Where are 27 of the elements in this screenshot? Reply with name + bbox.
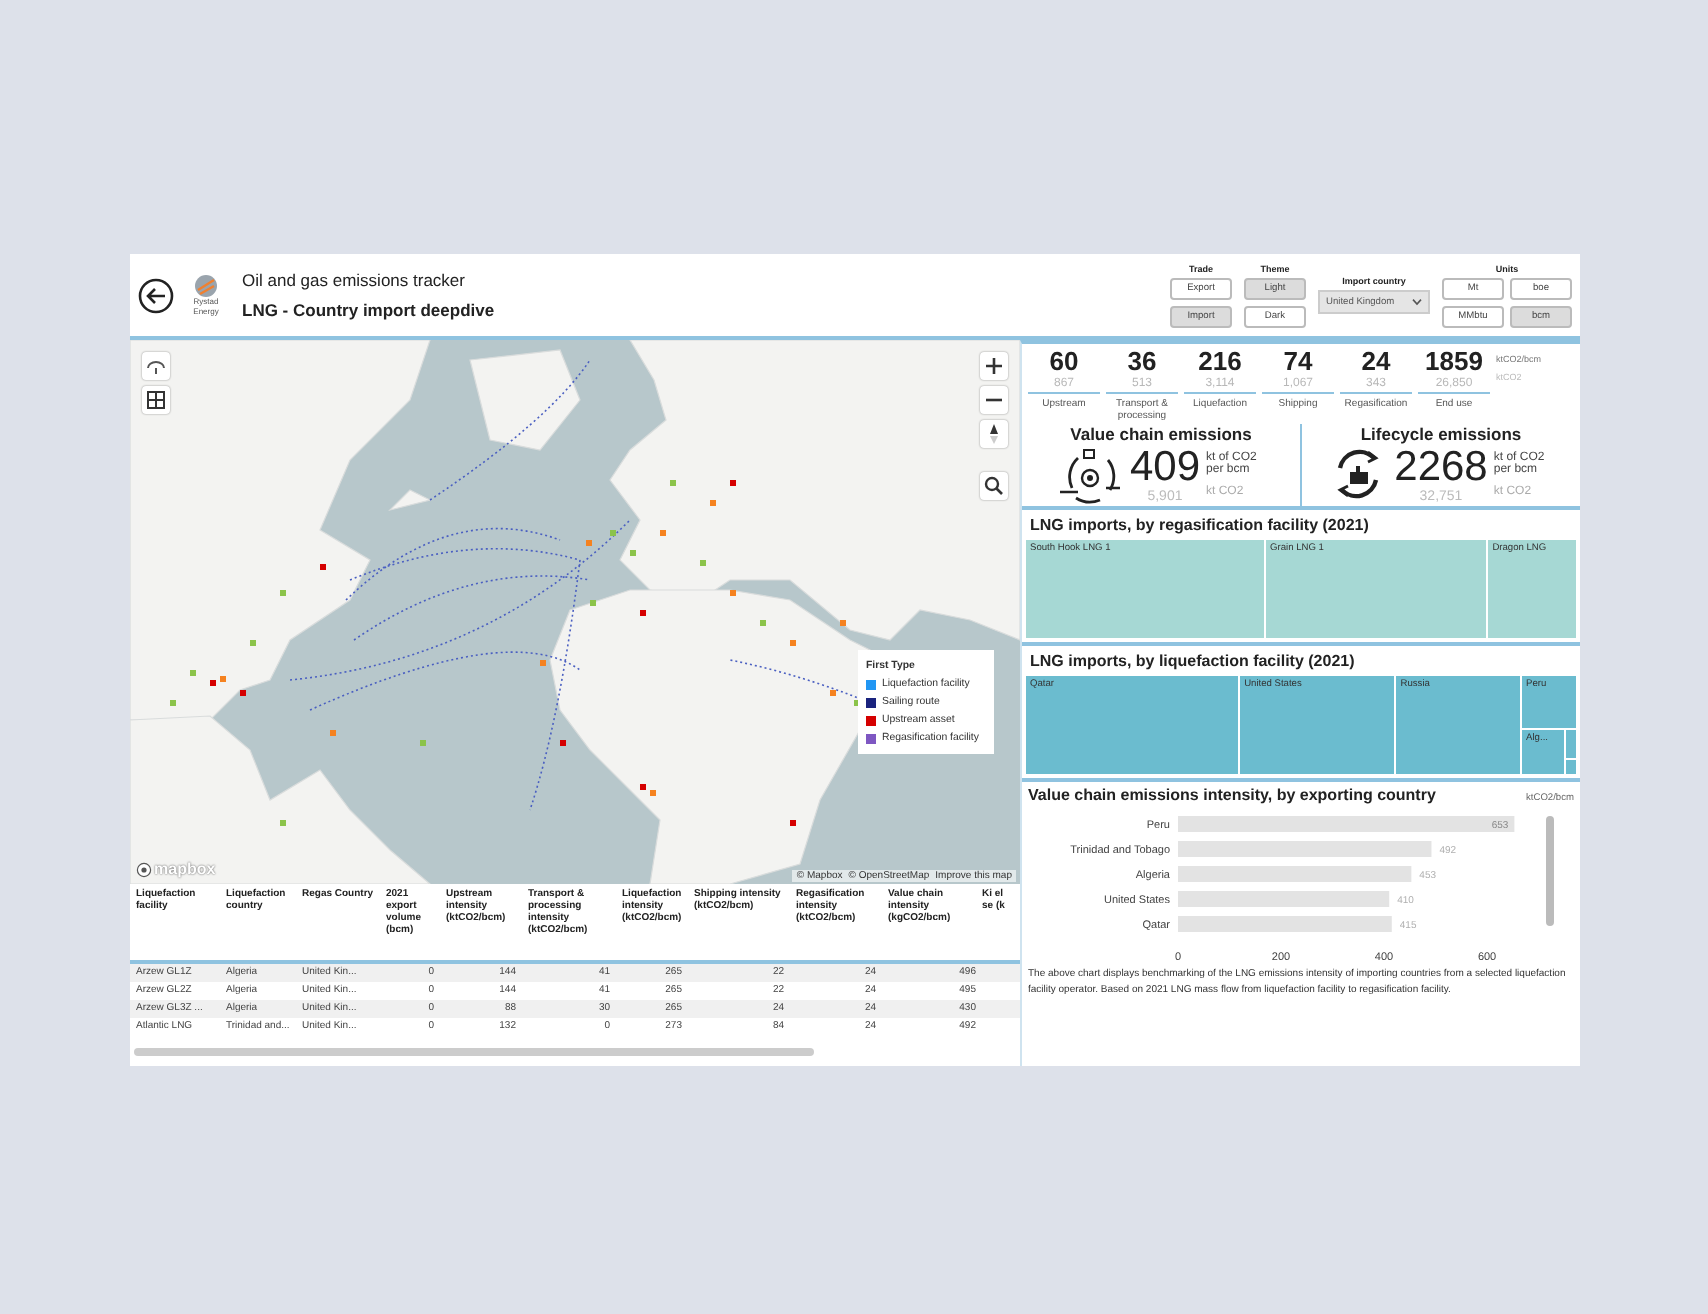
kpi-value: 1859 bbox=[1425, 348, 1483, 376]
horizontal-scrollbar[interactable] bbox=[134, 1048, 814, 1056]
kpi-value: 74 bbox=[1283, 348, 1313, 376]
value-chain-cycle-icon bbox=[1055, 444, 1124, 504]
search-icon[interactable] bbox=[982, 474, 1006, 498]
page-title: LNG - Country import deepdive bbox=[242, 300, 495, 320]
kpi-value: 36 bbox=[1127, 348, 1157, 376]
treemap-tile[interactable] bbox=[1565, 759, 1577, 774]
chevron-down-icon bbox=[1412, 298, 1422, 306]
chart-title: Value chain emissions intensity, by exporting country bbox=[1028, 786, 1436, 804]
treemap-title: LNG imports, by liquefaction facility (2021) bbox=[1030, 652, 1357, 670]
app-title: Oil and gas emissions tracker bbox=[242, 270, 467, 290]
mapbox-logo-icon bbox=[136, 861, 152, 877]
kpi-value: 24 bbox=[1361, 348, 1391, 376]
zoom-in-icon[interactable] bbox=[982, 354, 1006, 378]
logo-icon bbox=[194, 274, 218, 299]
kpi-value: 216 bbox=[1198, 348, 1242, 376]
treemap-tile[interactable] bbox=[1565, 730, 1577, 758]
summary-title: Value chain emissions bbox=[1070, 424, 1252, 444]
treemap-title: LNG imports, by regasification facility (2021) bbox=[1030, 516, 1371, 534]
kpi-value: 60 bbox=[1049, 348, 1079, 376]
summary-value: 409 bbox=[1129, 445, 1201, 489]
mapbox-logo: mapbox bbox=[154, 860, 216, 878]
vertical-scrollbar[interactable] bbox=[1546, 816, 1554, 926]
summary-title: Lifecycle emissions bbox=[1360, 424, 1522, 444]
summary-value: 2268 bbox=[1394, 445, 1488, 489]
grid-icon[interactable] bbox=[144, 388, 168, 412]
